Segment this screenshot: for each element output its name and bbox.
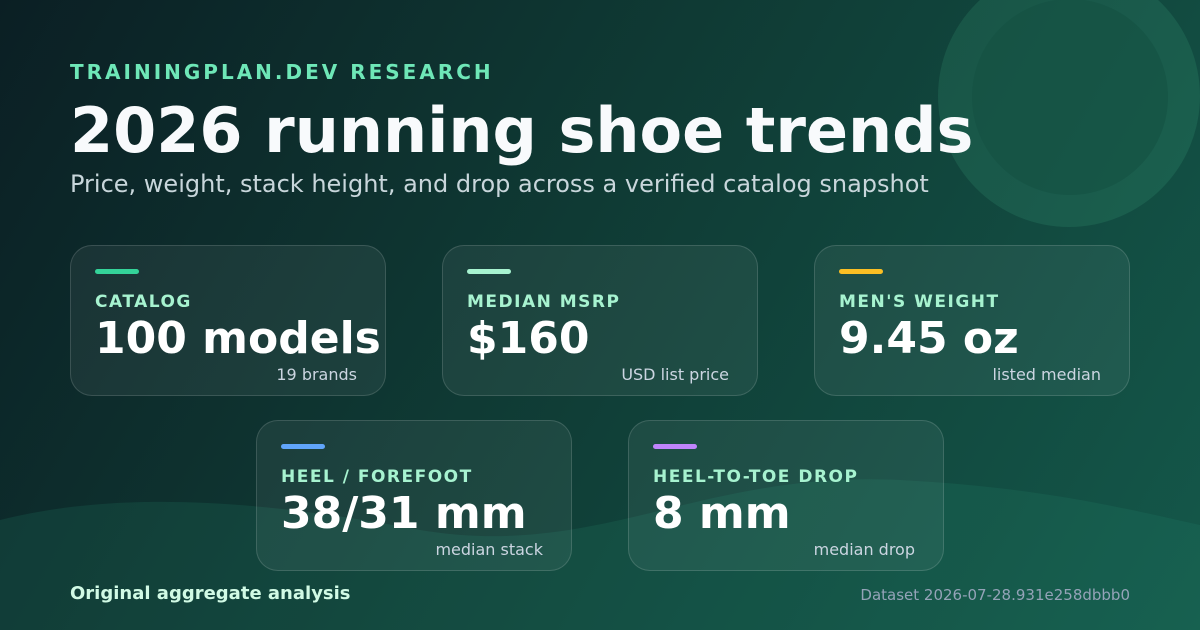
stat-card-drop: HEEL-TO-TOE DROP 8 mm median drop (628, 420, 944, 571)
stat-value: 9.45 oz (839, 313, 1019, 364)
stat-card-stack-height: HEEL / FOREFOOT 38/31 mm median stack (256, 420, 572, 571)
stat-value: 38/31 mm (281, 488, 527, 539)
decorative-circle-inner (972, 0, 1168, 195)
stat-card-mens-weight: MEN'S WEIGHT 9.45 oz listed median (814, 245, 1130, 396)
stat-note: median drop (813, 540, 915, 559)
stat-note: USD list price (621, 365, 729, 384)
stat-card-median-msrp: MEDIAN MSRP $160 USD list price (442, 245, 758, 396)
stat-label: MEDIAN MSRP (467, 292, 621, 312)
stat-note: median stack (435, 540, 543, 559)
card-accent-bar (653, 444, 697, 449)
stat-value: 8 mm (653, 488, 791, 539)
stat-card-catalog: CATALOG 100 models 19 brands (70, 245, 386, 396)
stat-value: 100 models (95, 313, 381, 364)
stat-value: $160 (467, 313, 590, 364)
stat-label: MEN'S WEIGHT (839, 292, 1000, 312)
card-accent-bar (467, 269, 511, 274)
page-subtitle: Price, weight, stack height, and drop ac… (70, 170, 929, 198)
footer-attribution: Original aggregate analysis (70, 583, 351, 604)
kicker: TRAININGPLAN.DEV RESEARCH (70, 60, 494, 84)
page-title: 2026 running shoe trends (70, 94, 974, 167)
dataset-version: Dataset 2026-07-28.931e258dbbb0 (860, 586, 1130, 604)
stat-label: HEEL / FOREFOOT (281, 467, 473, 487)
card-accent-bar (95, 269, 139, 274)
card-accent-bar (839, 269, 883, 274)
stat-note: listed median (992, 365, 1101, 384)
card-accent-bar (281, 444, 325, 449)
stat-note: 19 brands (276, 365, 357, 384)
stat-label: HEEL-TO-TOE DROP (653, 467, 859, 487)
stat-label: CATALOG (95, 292, 192, 312)
